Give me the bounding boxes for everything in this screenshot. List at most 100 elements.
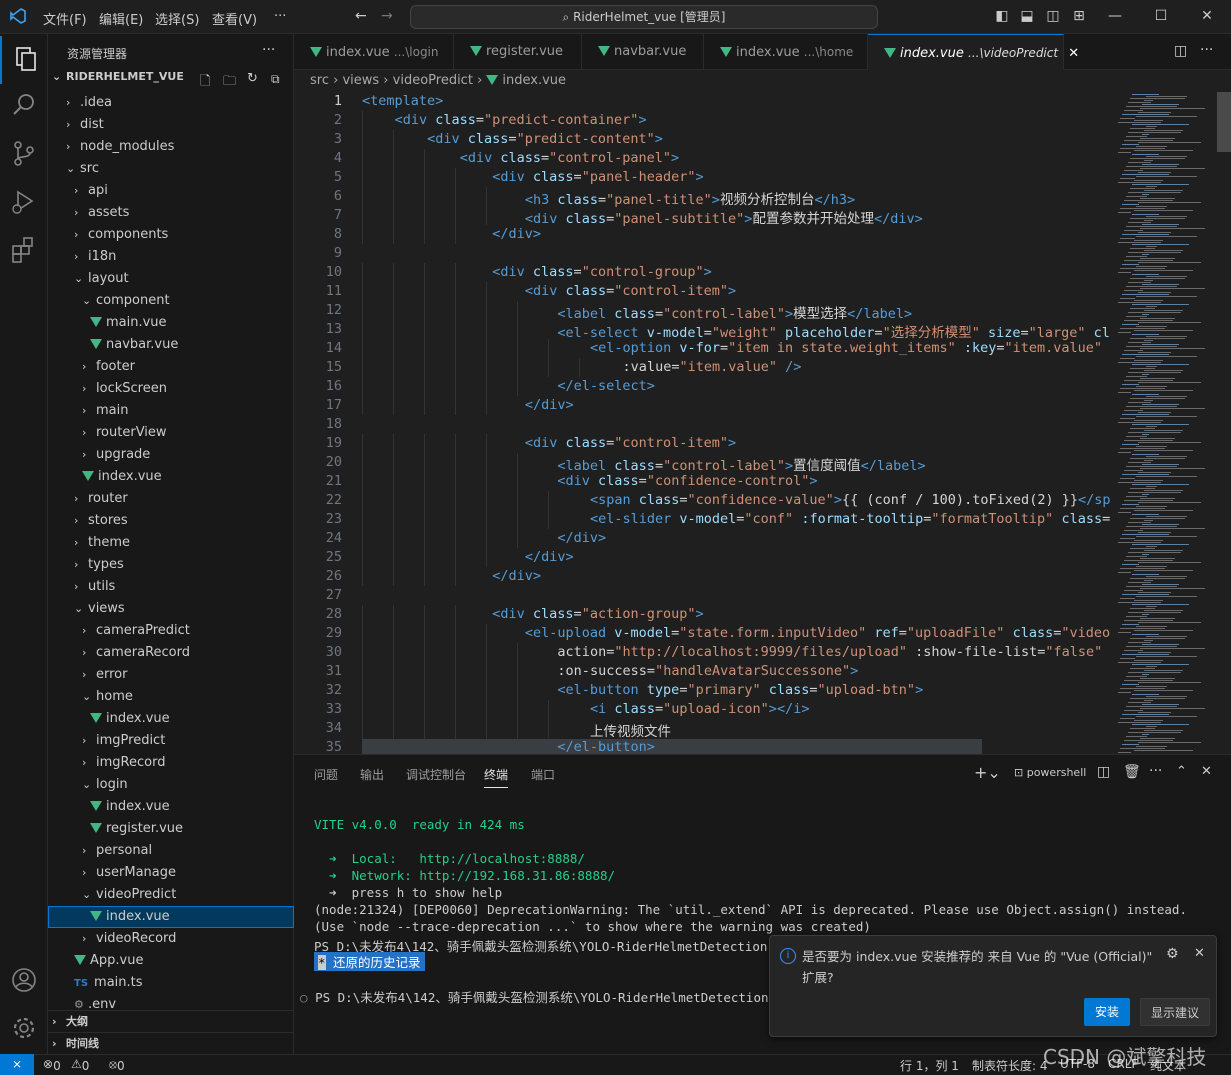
tree-folder[interactable]: › videoRecord [48, 928, 294, 950]
warnings-icon[interactable]: ⚠ 0 [71, 1057, 89, 1073]
tree-file[interactable]: App.vue [48, 950, 294, 972]
new-terminal-icon[interactable]: +⌄ [974, 763, 1001, 782]
accounts-icon[interactable] [0, 956, 48, 1004]
extensions-icon[interactable] [0, 226, 48, 274]
tab-login-index[interactable]: index.vue ...\login [294, 34, 454, 70]
tree-folder[interactable]: › routerView [48, 422, 294, 444]
tree-folder[interactable]: › router [48, 488, 294, 510]
cursor-position[interactable]: 行 1，列 1 [900, 1057, 959, 1074]
refresh-icon[interactable]: ↻ [247, 71, 258, 86]
tree-file[interactable]: TS main.ts [48, 972, 294, 994]
tree-folder[interactable]: › footer [48, 356, 294, 378]
close-window-button[interactable]: ✕ [1197, 6, 1217, 26]
tab-navbar[interactable]: navbar.vue [582, 34, 704, 70]
tree-file[interactable]: register.vue [48, 818, 294, 840]
toggle-secondary-sidebar-icon[interactable]: ◫ [1043, 6, 1063, 26]
tree-folder[interactable]: › cameraPredict [48, 620, 294, 642]
tree-folder[interactable]: › utils [48, 576, 294, 598]
tree-folder[interactable]: › lockScreen [48, 378, 294, 400]
tab-videopredict-index[interactable]: index.vue ...\videoPredict ✕ [868, 34, 1079, 70]
project-header[interactable]: ⌄ RIDERHELMET_VUE [52, 70, 184, 83]
new-file-icon[interactable]: 🗋 [200, 72, 210, 94]
tree-file[interactable]: main.vue [48, 312, 294, 334]
tree-file[interactable]: navbar.vue [48, 334, 294, 356]
tab-size[interactable]: 制表符长度: 4 [972, 1057, 1048, 1074]
gear-icon[interactable]: ⚙ [1166, 946, 1179, 962]
outline-section[interactable]: › 大纲 [48, 1010, 294, 1032]
menu-view[interactable]: 查看(V) [212, 9, 257, 28]
tab-home-index[interactable]: index.vue ...\home [704, 34, 868, 70]
forward-arrow-icon[interactable]: → [381, 8, 393, 24]
tree-folder[interactable]: › i18n [48, 246, 294, 268]
show-recommendations-button[interactable]: 显示建议 [1140, 998, 1210, 1026]
tree-folder[interactable]: › node_modules [48, 136, 294, 158]
menu-file[interactable]: 文件(F) [43, 9, 87, 28]
maximize-panel-icon[interactable]: ⌃ [1176, 764, 1187, 779]
tab-terminal[interactable]: 终端 [484, 766, 509, 788]
tree-folder[interactable]: › theme [48, 532, 294, 554]
tree-folder[interactable]: ⌄ layout [48, 268, 294, 290]
panel-more-icon[interactable]: ··· [1149, 763, 1162, 779]
tab-output[interactable]: 输出 [360, 766, 384, 783]
tab-ports[interactable]: 端口 [531, 766, 555, 783]
tree-folder[interactable]: › personal [48, 840, 294, 862]
tab-debug-console[interactable]: 调试控制台 [406, 766, 466, 783]
tree-folder[interactable]: › cameraRecord [48, 642, 294, 664]
menu-more[interactable]: ··· [274, 9, 286, 24]
close-panel-icon[interactable]: ✕ [1201, 764, 1212, 779]
tree-folder[interactable]: ⌄ login [48, 774, 294, 796]
terminal-prompt[interactable]: ○ PS D:\未发布4\142、骑手佩戴头盔检测系统\YOLO-RiderHe… [300, 987, 769, 1006]
editor-more-icon[interactable]: ··· [1200, 42, 1213, 58]
errors-icon[interactable]: ⊗ 0 [43, 1057, 61, 1073]
collapse-all-icon[interactable]: ⧉ [271, 72, 280, 87]
tree-file[interactable]: index.vue [48, 466, 294, 488]
search-icon[interactable] [0, 82, 48, 130]
tab-register[interactable]: register.vue [454, 34, 582, 70]
ports-icon[interactable]: ⦻ 0 [109, 1057, 125, 1073]
menu-edit[interactable]: 编辑(E) [99, 9, 143, 28]
back-arrow-icon[interactable]: ← [355, 8, 367, 24]
tree-folder[interactable]: › imgRecord [48, 752, 294, 774]
tree-folder[interactable]: ⌄ home [48, 686, 294, 708]
tree-folder[interactable]: › api [48, 180, 294, 202]
close-tab-icon[interactable]: ✕ [1068, 46, 1079, 61]
menu-select[interactable]: 选择(S) [155, 9, 199, 28]
tree-folder[interactable]: › stores [48, 510, 294, 532]
tree-file[interactable]: index.vue [48, 708, 294, 730]
trash-icon[interactable]: 🗑 [1123, 764, 1141, 780]
more-actions-icon[interactable]: ··· [262, 42, 275, 58]
remote-icon[interactable]: ⨯ [0, 1054, 34, 1075]
toggle-sidebar-icon[interactable]: ◧ [992, 6, 1012, 26]
tree-file[interactable]: ⚙ .env [48, 994, 294, 1010]
tree-file[interactable]: index.vue [48, 906, 294, 928]
tree-folder[interactable]: › components [48, 224, 294, 246]
tree-folder[interactable]: ⌄ videoPredict [48, 884, 294, 906]
tree-folder[interactable]: ⌄ views [48, 598, 294, 620]
maximize-button[interactable]: ☐ [1151, 6, 1171, 26]
timeline-section[interactable]: › 时间线 [48, 1032, 294, 1054]
tree-folder[interactable]: › imgPredict [48, 730, 294, 752]
tree-folder[interactable]: ⌄ src [48, 158, 294, 180]
tree-folder[interactable]: › upgrade [48, 444, 294, 466]
terminal-shell-selector[interactable]: ⊡ powershell [1014, 766, 1086, 779]
code-editor[interactable]: 1 <template> 2 <div class="predict-contain… [294, 92, 1110, 754]
scrollbar-thumb[interactable] [1217, 92, 1231, 152]
run-debug-icon[interactable] [0, 178, 48, 226]
tree-folder[interactable]: › dist [48, 114, 294, 136]
tab-problems[interactable]: 问题 [314, 766, 338, 783]
new-folder-icon[interactable]: 🗀 [223, 72, 236, 94]
explorer-icon[interactable] [0, 36, 48, 84]
split-terminal-icon[interactable]: ◫ [1097, 764, 1110, 780]
command-center-search[interactable]: ⌕ RiderHelmet_vue [管理员] [410, 5, 878, 29]
install-button[interactable]: 安装 [1084, 998, 1130, 1026]
customize-layout-icon[interactable]: ⊞ [1069, 6, 1089, 26]
tree-file[interactable]: index.vue [48, 796, 294, 818]
close-notification-icon[interactable]: ✕ [1194, 946, 1205, 961]
tree-folder[interactable]: › userManage [48, 862, 294, 884]
minimize-button[interactable]: — [1105, 6, 1125, 26]
tree-folder[interactable]: › types [48, 554, 294, 576]
tree-folder[interactable]: ⌄ component [48, 290, 294, 312]
split-editor-icon[interactable]: ◫ [1174, 43, 1187, 59]
source-control-icon[interactable] [0, 130, 48, 178]
settings-gear-icon[interactable] [0, 1004, 48, 1052]
